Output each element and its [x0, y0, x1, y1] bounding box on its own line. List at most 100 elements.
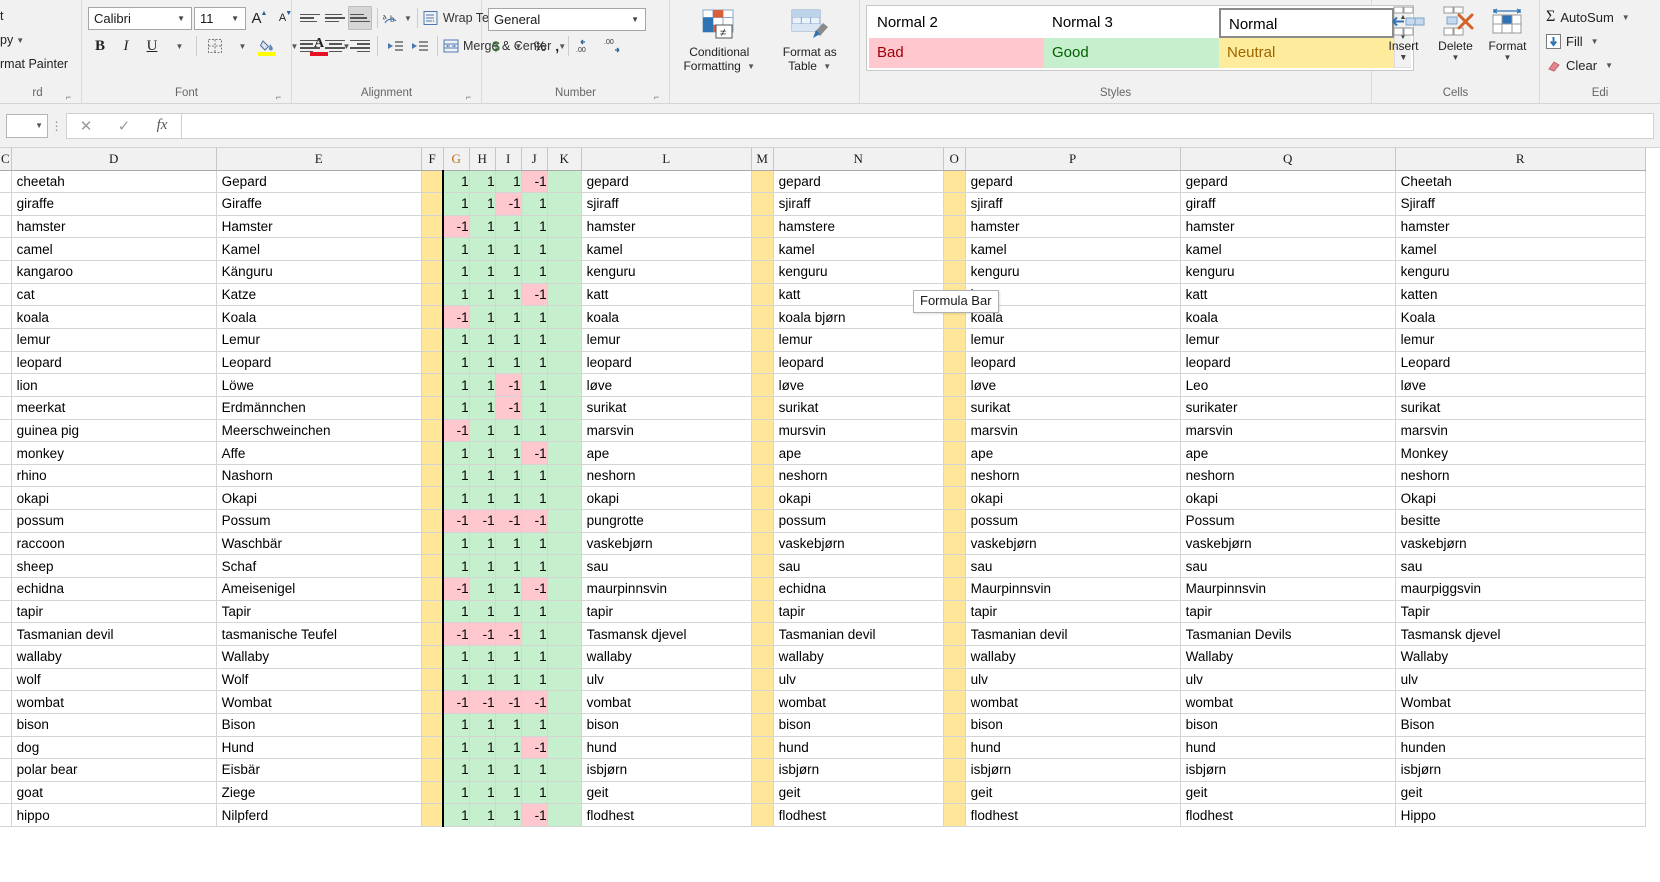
cell-m-spacer[interactable]	[751, 260, 774, 284]
cell-h[interactable]: 1	[469, 192, 496, 216]
style-good[interactable]: Good	[1044, 38, 1219, 68]
cell-k-spacer[interactable]	[547, 486, 582, 511]
cell-q[interactable]: neshorn	[1180, 464, 1396, 488]
borders-button[interactable]	[203, 34, 227, 58]
cell-g[interactable]: 1	[442, 554, 470, 579]
cell-m-spacer[interactable]	[751, 170, 774, 194]
cell-l[interactable]: sau	[581, 554, 752, 579]
cell-g[interactable]: -1	[442, 305, 470, 329]
cell-f-spacer[interactable]	[421, 192, 444, 216]
cell-f-spacer[interactable]	[421, 237, 444, 262]
column-header-h[interactable]: H	[469, 148, 496, 171]
cell-q[interactable]: Possum	[1180, 509, 1396, 533]
cell-d[interactable]: okapi	[11, 486, 217, 511]
cell-l[interactable]: løve	[581, 373, 752, 397]
cell-f-spacer[interactable]	[421, 532, 444, 556]
cell-j[interactable]: 1	[521, 305, 548, 329]
cell-k-spacer[interactable]	[547, 713, 582, 737]
cell-j[interactable]: -1	[521, 441, 548, 465]
align-left-button[interactable]	[298, 34, 322, 58]
cell-k-spacer[interactable]	[547, 803, 582, 828]
number-format-select[interactable]: General ▼	[488, 7, 646, 31]
cell-i[interactable]: -1	[495, 690, 522, 714]
cell-o-spacer[interactable]	[943, 645, 966, 669]
cell-q[interactable]: geit	[1180, 781, 1396, 805]
table-row[interactable]: rhino Nashorn 1 1 1 1 neshorn neshorn neshorn nes…	[0, 464, 1646, 488]
cell-j[interactable]: -1	[521, 690, 548, 714]
cell-e[interactable]: Nilpferd	[216, 803, 422, 828]
cell-l[interactable]: leopard	[581, 351, 752, 375]
cell-l[interactable]: tapir	[581, 600, 752, 624]
cell-h[interactable]: 1	[469, 215, 496, 239]
cell-q[interactable]: Maurpinnsvin	[1180, 577, 1396, 601]
cell-l[interactable]: koala	[581, 305, 752, 329]
cell-n[interactable]: ulv	[773, 668, 944, 692]
cell-j[interactable]: -1	[521, 577, 548, 601]
cell-i[interactable]: 1	[495, 713, 522, 737]
style-normal[interactable]: Normal	[1219, 8, 1394, 38]
cell-q[interactable]: ape	[1180, 441, 1396, 465]
cell-f-spacer[interactable]	[421, 781, 444, 805]
cell-o-spacer[interactable]	[943, 736, 966, 760]
accounting-dropdown[interactable]: ▼	[505, 34, 529, 58]
cell-e[interactable]: Nashorn	[216, 464, 422, 488]
cell-j[interactable]: -1	[521, 509, 548, 533]
cell-h[interactable]: 1	[469, 419, 496, 443]
cell-g[interactable]: 1	[442, 645, 470, 669]
cell-k-spacer[interactable]	[547, 237, 582, 262]
cell-c[interactable]	[0, 441, 12, 465]
cell-j[interactable]: 1	[521, 622, 548, 646]
cell-l[interactable]: vombat	[581, 690, 752, 714]
cell-k-spacer[interactable]	[547, 668, 582, 692]
cell-r[interactable]: vaskebjørn	[1395, 532, 1646, 556]
cell-h[interactable]: 1	[469, 464, 496, 488]
cell-g[interactable]: -1	[442, 509, 470, 533]
cell-o-spacer[interactable]	[943, 713, 966, 737]
cell-f-spacer[interactable]	[421, 803, 444, 828]
cell-f-spacer[interactable]	[421, 577, 444, 601]
cell-m-spacer[interactable]	[751, 532, 774, 556]
cell-g[interactable]: 1	[442, 736, 470, 760]
cell-r[interactable]: Sjiraff	[1395, 192, 1646, 216]
cell-g[interactable]: 1	[442, 600, 470, 624]
cell-d[interactable]: camel	[11, 237, 217, 262]
cell-o-spacer[interactable]	[943, 215, 966, 239]
cell-c[interactable]	[0, 351, 12, 375]
cell-i[interactable]: 1	[495, 486, 522, 511]
cell-l[interactable]: hund	[581, 736, 752, 760]
cell-c[interactable]	[0, 803, 12, 828]
cell-e[interactable]: Löwe	[216, 373, 422, 397]
cell-m-spacer[interactable]	[751, 192, 774, 216]
cell-o-spacer[interactable]	[943, 419, 966, 443]
cell-j[interactable]: 1	[521, 758, 548, 782]
cell-c[interactable]	[0, 758, 12, 782]
cell-o-spacer[interactable]	[943, 192, 966, 216]
cell-g[interactable]: 1	[442, 373, 470, 397]
increase-decimal-button[interactable]: .00	[574, 34, 600, 58]
cell-o-spacer[interactable]	[943, 509, 966, 533]
cell-e[interactable]: Waschbär	[216, 532, 422, 556]
column-header-i[interactable]: I	[495, 148, 522, 171]
cell-e[interactable]: Wombat	[216, 690, 422, 714]
cell-l[interactable]: lemur	[581, 328, 752, 352]
cell-d[interactable]: leopard	[11, 351, 217, 375]
cell-h[interactable]: 1	[469, 305, 496, 329]
cell-q[interactable]: ulv	[1180, 668, 1396, 692]
name-box[interactable]: ▼	[6, 113, 48, 138]
cell-k-spacer[interactable]	[547, 532, 582, 556]
cell-g[interactable]: 1	[442, 237, 470, 262]
cell-c[interactable]	[0, 464, 12, 488]
cell-j[interactable]: 1	[521, 464, 548, 488]
column-header-n[interactable]: N	[773, 148, 944, 171]
cell-r[interactable]: geit	[1395, 781, 1646, 805]
cell-n[interactable]: lemur	[773, 328, 944, 352]
cell-l[interactable]: okapi	[581, 486, 752, 511]
cell-d[interactable]: kangaroo	[11, 260, 217, 284]
table-row[interactable]: tapir Tapir 1 1 1 1 tapir tapir tapir tapir Tapir	[0, 600, 1646, 624]
cell-l[interactable]: sjiraff	[581, 192, 752, 216]
cancel-icon[interactable]: ✕	[67, 117, 105, 135]
cell-n[interactable]: ape	[773, 441, 944, 465]
cell-r[interactable]: katten	[1395, 283, 1646, 307]
table-row[interactable]: guinea pig Meerschweinchen -1 1 1 1 marsvin mur…	[0, 419, 1646, 443]
cell-f-spacer[interactable]	[421, 736, 444, 760]
